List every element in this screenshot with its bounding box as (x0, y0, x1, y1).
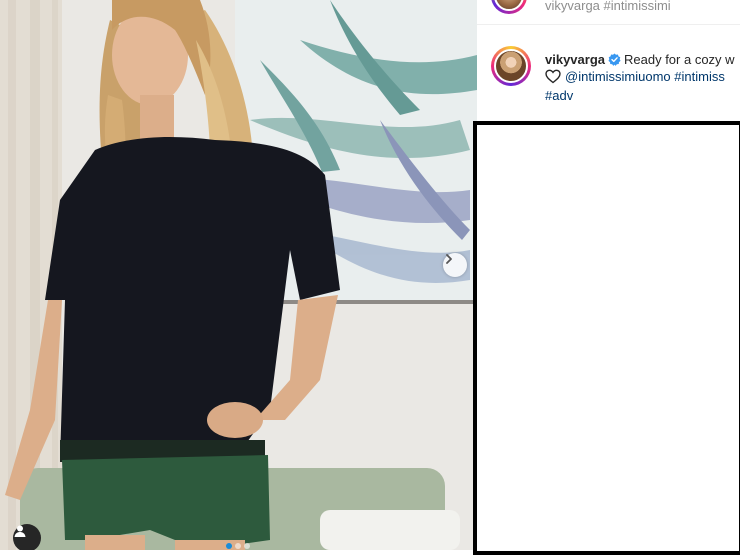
chevron-right-icon (446, 254, 452, 264)
post-side-panel: vikyvarga #intimissimi vikyvarga Ready f… (473, 0, 740, 555)
caption-line-2: @intimissimiuomo #intimiss (545, 68, 725, 86)
profile-avatar[interactable] (491, 46, 531, 86)
mention-link[interactable]: @intimissimiuomo (565, 69, 671, 84)
avatar[interactable] (491, 0, 527, 14)
photo-illustration (0, 0, 477, 550)
verified-badge-icon (608, 53, 621, 66)
hashtag-link[interactable]: #adv (545, 88, 573, 103)
carousel-dot-3 (244, 543, 250, 549)
next-photo-button[interactable] (443, 253, 467, 277)
carousel-indicator (226, 543, 250, 549)
previous-comment-row: vikyvarga #intimissimi (477, 0, 740, 25)
post-caption: vikyvarga Ready for a cozy w @intimissim… (477, 40, 740, 116)
blank-frame (473, 121, 740, 555)
post-photo[interactable] (0, 0, 477, 550)
previous-comment-text: vikyvarga #intimissimi (545, 0, 671, 13)
heart-icon (545, 69, 561, 84)
carousel-dot-1 (226, 543, 232, 549)
avatar-image (494, 49, 528, 83)
username-link[interactable]: vikyvarga (545, 52, 605, 67)
caption-line-1: vikyvarga Ready for a cozy w (545, 51, 735, 69)
caption-text: Ready for a cozy w (624, 52, 735, 67)
tagged-users-button[interactable] (13, 524, 41, 550)
user-icon (14, 525, 26, 537)
caption-line-3: #adv (545, 87, 573, 105)
hashtag-link[interactable]: #intimiss (674, 69, 725, 84)
carousel-dot-2 (235, 543, 241, 549)
